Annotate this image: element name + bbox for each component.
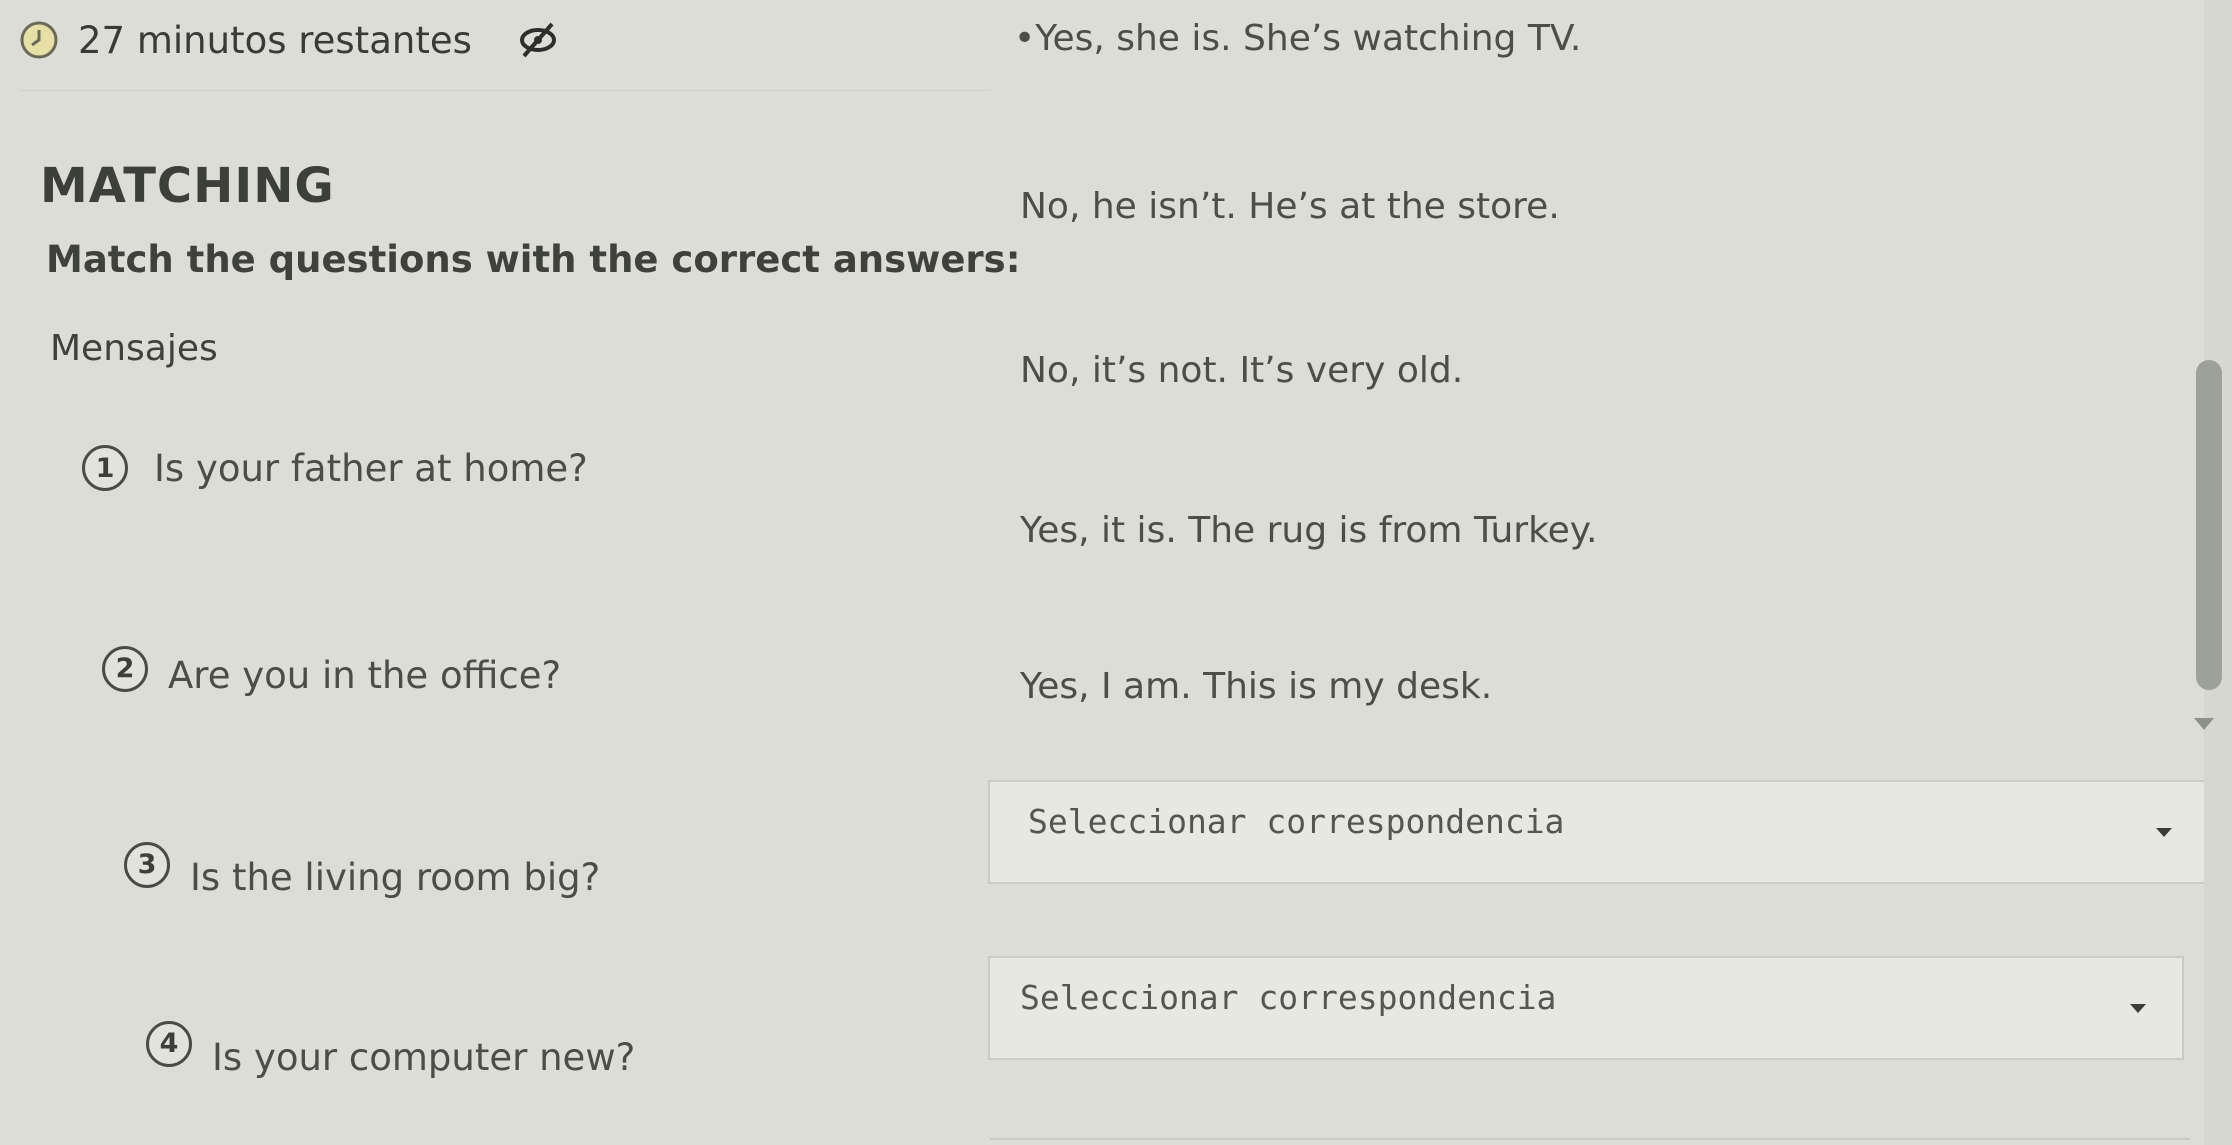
clock-icon <box>20 21 58 59</box>
messages-label: Mensajes <box>50 328 218 369</box>
scrollbar-thumb[interactable] <box>2196 360 2222 690</box>
divider <box>990 1138 2190 1140</box>
eye-slash-icon[interactable] <box>516 20 560 60</box>
select-placeholder: Seleccionar correspondencia <box>1020 977 1557 1017</box>
instructions: Match the questions with the correct ans… <box>46 238 1021 281</box>
answer-option: •Yes, she is. She’s watching TV. <box>1014 18 1582 59</box>
scroll-down-icon[interactable] <box>2194 718 2214 730</box>
question-text: Are you in the office? <box>168 654 562 697</box>
select-placeholder: Seleccionar correspondencia <box>1028 801 1565 841</box>
time-remaining: 27 minutos restantes <box>78 18 472 62</box>
answer-option: No, it’s not. It’s very old. <box>1020 350 1464 391</box>
match-select-4[interactable]: Seleccionar correspondencia <box>988 956 2184 1060</box>
question-text: Is your computer new? <box>212 1036 636 1079</box>
match-select-3[interactable]: Seleccionar correspondencia <box>988 780 2210 884</box>
question-number: 3 <box>124 841 170 888</box>
matching-page: 27 minutos restantes MATCHING Match the … <box>0 0 2232 1145</box>
answer-option: Yes, it is. The rug is from Turkey. <box>1020 510 1598 551</box>
question-item: 4 Is your computer new? <box>146 1008 635 1079</box>
question-text: Is the living room big? <box>190 856 601 899</box>
question-number: 2 <box>102 645 148 692</box>
question-number: 4 <box>146 1020 192 1067</box>
answer-option: No, he isn’t. He’s at the store. <box>1020 186 1560 227</box>
question-item: 3 Is the living room big? <box>124 830 600 899</box>
question-text: Is your father at home? <box>154 446 588 490</box>
top-divider <box>20 90 990 91</box>
question-item: 2 Are you in the office? <box>102 640 561 697</box>
chevron-down-icon <box>2156 828 2172 837</box>
timer: 27 minutos restantes <box>18 10 560 70</box>
question-item: 1 Is your father at home? <box>82 445 588 491</box>
chevron-down-icon <box>2130 1004 2146 1013</box>
question-number: 1 <box>82 445 128 491</box>
answer-option: Yes, I am. This is my desk. <box>1020 666 1493 707</box>
section-title: MATCHING <box>40 158 335 214</box>
